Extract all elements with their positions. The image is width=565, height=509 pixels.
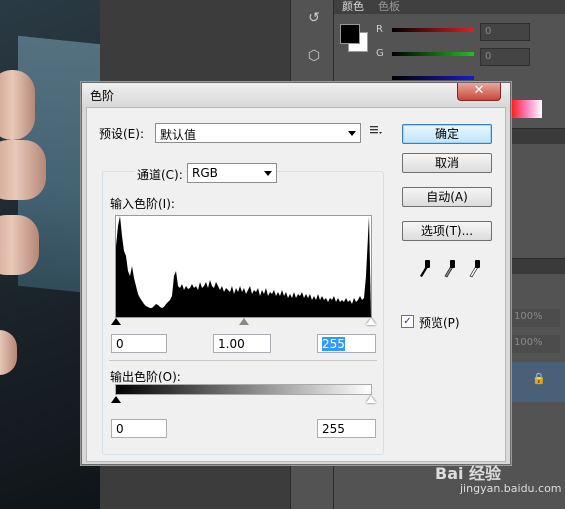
dialog-titlebar[interactable]: 色阶 ✕ [82, 83, 510, 105]
photo-finger [0, 140, 46, 200]
channel-select[interactable]: RGB [187, 163, 277, 183]
fill-field[interactable]: 100% [512, 335, 560, 353]
input-levels-slider[interactable] [111, 316, 376, 328]
input-white-value: 255 [322, 337, 345, 351]
g-slider[interactable] [392, 52, 474, 56]
input-gamma-field[interactable]: 1.00 [213, 334, 271, 353]
photo-finger [0, 70, 35, 140]
channel-label: 通道(C): [135, 166, 185, 183]
color-ramp[interactable] [512, 100, 542, 118]
chevron-down-icon [264, 171, 272, 176]
white-eyedropper-icon[interactable] [467, 258, 481, 278]
history-icon[interactable]: ↺ [303, 10, 325, 30]
channel-r-label: R [376, 24, 383, 35]
output-white-handle[interactable] [366, 396, 376, 403]
r-value-field[interactable]: 0 [480, 23, 530, 41]
input-gamma-handle[interactable] [239, 318, 249, 325]
preset-value: 默认值 [160, 128, 197, 142]
photo-finger [0, 330, 17, 375]
input-white-field[interactable]: 255 [317, 334, 376, 353]
close-button[interactable]: ✕ [457, 83, 501, 101]
options-button[interactable]: 选项(T)... [402, 221, 492, 241]
b-slider[interactable] [392, 76, 474, 80]
watermark-url: jingyan.baidu.com [460, 482, 562, 495]
foreground-color-swatch[interactable] [340, 24, 360, 44]
panel-header [504, 128, 565, 144]
panel-tabs: 颜色 色板 [334, 0, 565, 14]
photo-finger [0, 215, 39, 275]
levels-dialog: 色阶 ✕ 预设(E): 默认值 通道(C): RGB 输入色阶(I): 0 1.… [81, 82, 511, 465]
output-black-handle[interactable] [111, 396, 121, 403]
tab-color[interactable]: 颜色 [342, 0, 364, 14]
auto-button[interactable]: 自动(A) [402, 187, 492, 207]
black-eyedropper-icon[interactable] [417, 258, 431, 278]
channel-value: RGB [192, 166, 218, 180]
divider [109, 360, 377, 361]
r-slider[interactable] [392, 28, 474, 32]
input-levels-label: 输入色阶(I): [110, 197, 175, 211]
lock-icon: 🔒 [532, 372, 546, 385]
output-white-field[interactable]: 255 [317, 419, 376, 438]
cancel-button[interactable]: 取消 [402, 153, 492, 173]
input-black-field[interactable]: 0 [111, 334, 167, 353]
preview-checkbox[interactable]: ✓ [401, 315, 414, 328]
input-white-handle[interactable] [366, 318, 376, 325]
ok-button[interactable]: 确定 [402, 124, 492, 144]
channel-g-label: G [376, 48, 384, 59]
output-black-field[interactable]: 0 [111, 419, 167, 438]
preview-label[interactable]: 预览(P) [419, 314, 460, 331]
preset-select[interactable]: 默认值 [155, 123, 361, 143]
panel-header [504, 258, 565, 274]
layer-row-selected[interactable]: 🔒 [504, 362, 565, 402]
dialog-title: 色阶 [90, 89, 115, 103]
dialog-body: 预设(E): 默认值 通道(C): RGB 输入色阶(I): 0 1.00 25… [86, 107, 506, 462]
input-black-handle[interactable] [111, 318, 121, 325]
g-value-field[interactable]: 0 [480, 48, 530, 66]
gray-eyedropper-icon[interactable] [442, 258, 456, 278]
output-levels-slider[interactable] [111, 394, 376, 406]
3d-icon[interactable]: ⬡ [303, 48, 325, 68]
histogram-graph [116, 216, 371, 317]
opacity-field[interactable]: 100% [512, 309, 560, 327]
histogram [115, 215, 372, 318]
chevron-down-icon [348, 131, 356, 136]
preset-options-icon[interactable] [370, 124, 382, 136]
tab-swatches[interactable]: 色板 [378, 0, 400, 14]
output-levels-label: 输出色阶(O): [110, 370, 181, 384]
preset-label: 预设(E): [99, 127, 144, 141]
watermark-logo: Bai 经验 [435, 464, 502, 483]
